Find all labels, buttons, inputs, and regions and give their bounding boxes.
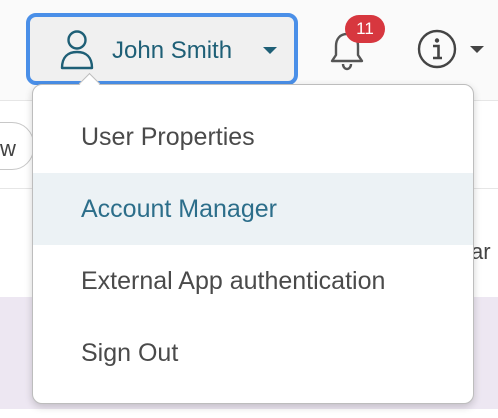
menu-item-account-manager[interactable]: Account Manager [33,173,473,245]
background-pill-text: w [0,136,16,161]
info-icon [417,29,457,69]
page: w ar John Smith 11 User Properties Accou… [0,0,498,418]
menu-item-sign-out[interactable]: Sign Out [33,317,473,389]
menu-item-external-app-authentication[interactable]: External App authentication [33,245,473,317]
user-name-label: John Smith [112,37,233,64]
notifications-button[interactable]: 11 [325,15,385,75]
menu-item-user-properties[interactable]: User Properties [33,101,473,173]
notification-count-badge: 11 [345,15,385,43]
chevron-down-icon [470,46,484,53]
user-dropdown-menu: User Properties Account Manager External… [32,84,474,404]
user-icon [60,30,94,70]
info-menu-button[interactable] [416,28,492,72]
user-account-button[interactable]: John Smith [26,13,298,85]
chevron-down-icon [263,47,277,54]
